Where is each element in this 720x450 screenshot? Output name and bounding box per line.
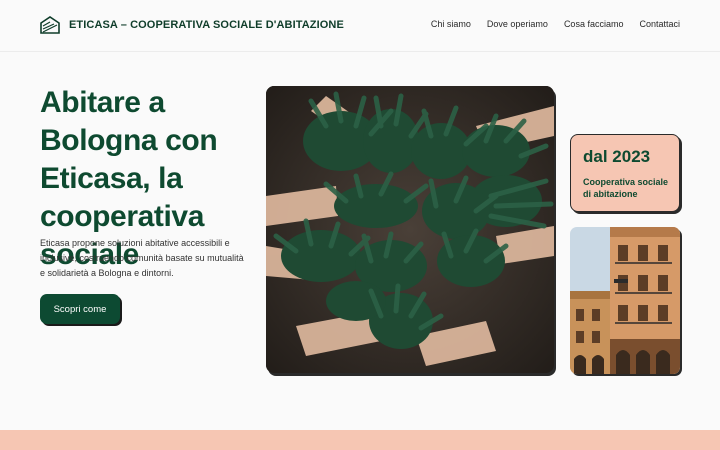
- card-year: dal 2023: [583, 147, 651, 166]
- footer-band: [0, 430, 720, 450]
- brand-link[interactable]: ETICASA – COOPERATIVA SOCIALE D'ABITAZIO…: [40, 16, 344, 34]
- nav-item-contattaci[interactable]: Contattaci: [639, 19, 680, 29]
- card-subtitle: Cooperativa sociale di abitazione: [583, 177, 669, 199]
- discover-button[interactable]: Scopri come: [40, 294, 120, 324]
- nav-item-chi-siamo[interactable]: Chi siamo: [431, 19, 471, 29]
- house-icon: [40, 16, 60, 34]
- brand-name: ETICASA – COOPERATIVA SOCIALE D'ABITAZIO…: [69, 19, 344, 31]
- main-nav: Chi siamo Dove operiamo Cosa facciamo Co…: [431, 19, 680, 29]
- hero-hands-photo: [266, 86, 554, 373]
- nav-item-cosa-facciamo[interactable]: Cosa facciamo: [564, 19, 624, 29]
- since-card: dal 2023 Cooperativa sociale di abitazio…: [570, 134, 680, 212]
- hero-description: Eticasa propone soluzioni abitative acce…: [40, 238, 244, 278]
- nav-item-dove-operiamo[interactable]: Dove operiamo: [487, 19, 548, 29]
- top-navbar: ETICASA – COOPERATIVA SOCIALE D'ABITAZIO…: [0, 0, 720, 52]
- bologna-building-photo: [570, 227, 680, 374]
